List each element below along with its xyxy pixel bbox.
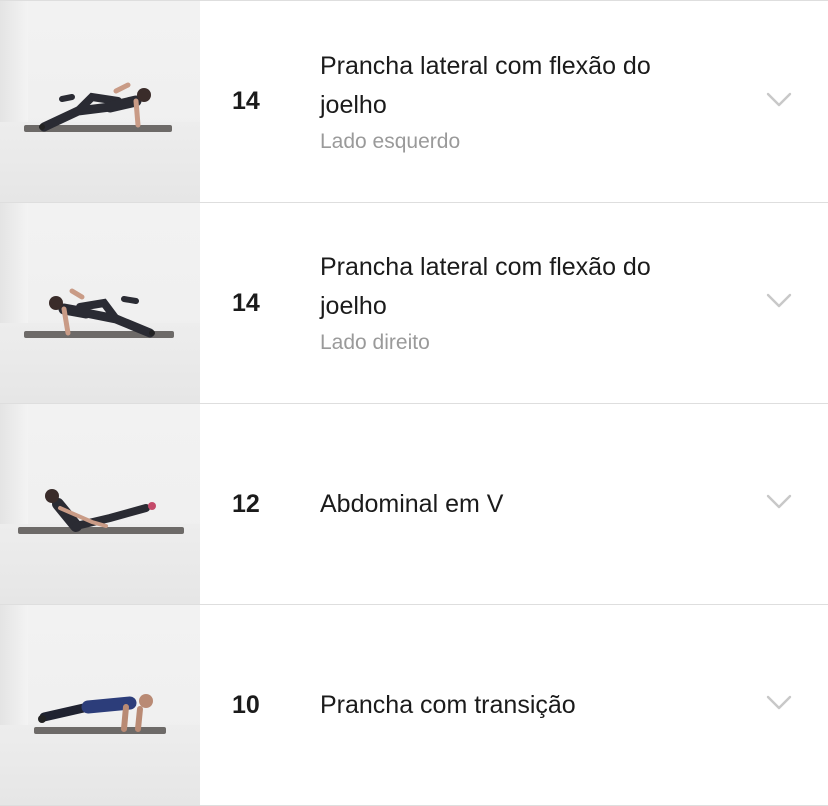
- exercise-subtitle: Lado direito: [320, 331, 430, 354]
- exercise-row[interactable]: 14 Prancha lateral com flexão do joelho …: [0, 203, 828, 404]
- exercise-thumbnail: [0, 404, 200, 604]
- exercise-row[interactable]: 12 Abdominal em V: [0, 404, 828, 605]
- chevron-down-icon[interactable]: [766, 293, 792, 309]
- exercise-title: Prancha lateral com flexão do joelho: [320, 51, 651, 119]
- exercise-thumbnail: [0, 203, 200, 403]
- reps-count: 10: [232, 690, 260, 719]
- chevron-down-icon[interactable]: [766, 494, 792, 510]
- chevron-down-icon[interactable]: [766, 92, 792, 108]
- exercise-row[interactable]: 10 Prancha com transição: [0, 605, 828, 806]
- reps-count: 14: [232, 288, 260, 317]
- exercise-title: Prancha lateral com flexão do joelho: [320, 253, 651, 320]
- exercise-title: Prancha com transição: [320, 690, 576, 719]
- exercise-title: Abdominal em V: [320, 489, 504, 518]
- reps-count: 12: [232, 489, 260, 518]
- chevron-down-icon[interactable]: [766, 695, 792, 711]
- exercise-thumbnail: [0, 605, 200, 805]
- exercise-list: 14 Prancha lateral com flexão do joelho …: [0, 0, 828, 806]
- reps-count: 14: [232, 87, 260, 115]
- exercise-subtitle: Lado esquerdo: [320, 129, 461, 153]
- exercise-row[interactable]: 14 Prancha lateral com flexão do joelho …: [0, 0, 828, 203]
- exercise-thumbnail: [0, 1, 200, 202]
